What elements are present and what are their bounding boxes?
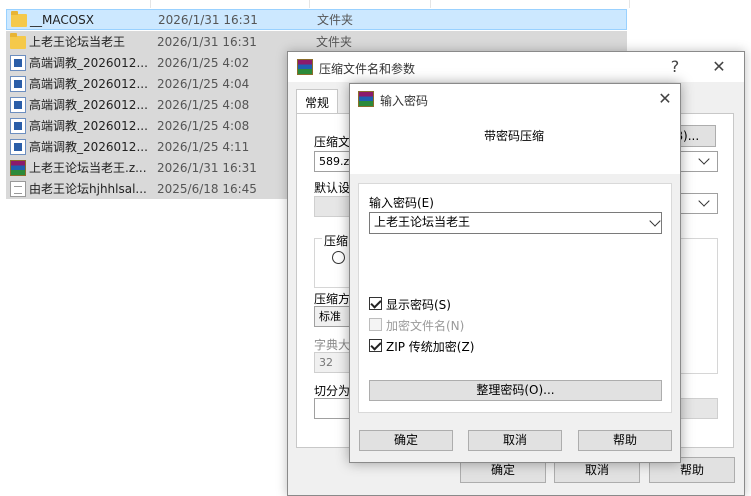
chevron-down-icon	[698, 195, 710, 207]
winrar-icon	[358, 91, 374, 107]
file-type: 文件夹	[316, 35, 353, 49]
help-question-button[interactable]: ?	[660, 52, 690, 82]
file-date: 2026/1/25 4:11	[157, 139, 250, 154]
file-type: 文件夹	[317, 13, 354, 27]
cancel-button[interactable]: 取消	[468, 430, 562, 451]
column-header-strip	[0, 0, 630, 8]
file-row[interactable]: __MACOSX 2026/1/31 16:31 文件夹	[6, 9, 627, 30]
show-password-checkbox[interactable]	[369, 297, 382, 310]
file-name: 高端调教_2026012...	[29, 56, 148, 70]
encrypt-filenames-label: 加密文件名(N)	[386, 319, 465, 333]
file-row[interactable]: 上老王论坛当老王 2026/1/31 16:31 文件夹	[6, 31, 627, 52]
dialog-titlebar: 压缩文件名和参数 ? ✕	[288, 52, 744, 82]
default-profile-label: 默认设	[314, 181, 351, 195]
file-name: 高端调教_2026012...	[29, 77, 148, 91]
file-name: 上老王论坛当老王	[29, 35, 126, 49]
help-button[interactable]: 帮助	[578, 430, 672, 451]
encrypt-filenames-checkbox[interactable]	[369, 318, 382, 331]
audio-file-icon	[10, 54, 26, 71]
rar-archive-icon	[10, 159, 26, 176]
folder-icon	[11, 11, 27, 27]
text-file-icon	[10, 180, 26, 197]
audio-file-icon	[10, 138, 26, 155]
password-options-panel: 输入密码(E) 上老王论坛当老王 显示密码(S) 加密文件名(N) ZIP 传统…	[358, 183, 672, 413]
show-password-label: 显示密码(S)	[386, 298, 451, 312]
split-volume-input[interactable]	[314, 398, 354, 419]
tab-general[interactable]: 常规	[296, 89, 339, 114]
dialog-title: 压缩文件名和参数	[319, 62, 416, 76]
close-button[interactable]: ✕	[704, 52, 734, 82]
file-date: 2026/1/31 16:31	[158, 12, 258, 27]
file-name: 上老王论坛当老王.z...	[29, 161, 147, 175]
encrypt-heading: 带密码压缩	[484, 129, 545, 143]
file-date: 2026/1/25 4:08	[157, 118, 250, 133]
folder-icon	[10, 33, 26, 49]
password-dialog-header: 带密码压缩	[350, 114, 680, 174]
archive-name-label: 压缩文	[314, 135, 351, 149]
chevron-down-icon	[698, 153, 710, 165]
password-dialog-title: 输入密码	[380, 94, 429, 108]
file-name: __MACOSX	[30, 12, 95, 27]
winrar-icon	[297, 59, 313, 75]
dict-size-dropdown[interactable]: 32	[314, 352, 354, 373]
audio-file-icon	[10, 96, 26, 113]
format-group-label: 压缩	[322, 232, 351, 249]
method-dropdown[interactable]: 标准	[314, 306, 354, 327]
organize-passwords-button[interactable]: 整理密码(O)...	[369, 380, 662, 401]
password-input[interactable]: 上老王论坛当老王	[369, 212, 662, 234]
file-date: 2026/1/25 4:02	[157, 55, 250, 70]
zip-legacy-encryption-label: ZIP 传统加密(Z)	[386, 340, 475, 354]
file-date: 2025/6/18 16:45	[157, 181, 257, 196]
split-volume-label: 切分为	[314, 384, 351, 398]
file-date: 2026/1/25 4:08	[157, 97, 250, 112]
enter-password-dialog: 输入密码 ✕ 带密码压缩 输入密码(E) 上老王论坛当老王 显示密码(S) 加密…	[349, 83, 681, 463]
zip-legacy-encryption-checkbox[interactable]	[369, 339, 382, 352]
format-radio[interactable]	[332, 251, 345, 264]
method-label: 压缩方	[314, 292, 351, 306]
password-label: 输入密码(E)	[369, 196, 434, 210]
dict-size-label: 字典大	[314, 338, 351, 352]
file-name: 由老王论坛hjhhlsal...	[29, 182, 147, 196]
file-name: 高端调教_2026012...	[29, 119, 148, 133]
profiles-button[interactable]	[314, 196, 354, 217]
file-name: 高端调教_2026012...	[29, 98, 148, 112]
ok-button[interactable]: 确定	[359, 430, 453, 451]
close-button[interactable]: ✕	[650, 84, 680, 114]
file-date: 2026/1/31 16:31	[157, 160, 257, 175]
file-date: 2026/1/25 4:04	[157, 76, 250, 91]
password-dialog-titlebar: 输入密码 ✕	[350, 84, 680, 114]
file-name: 高端调教_2026012...	[29, 140, 148, 154]
audio-file-icon	[10, 75, 26, 92]
file-date: 2026/1/31 16:31	[157, 34, 257, 49]
audio-file-icon	[10, 117, 26, 134]
